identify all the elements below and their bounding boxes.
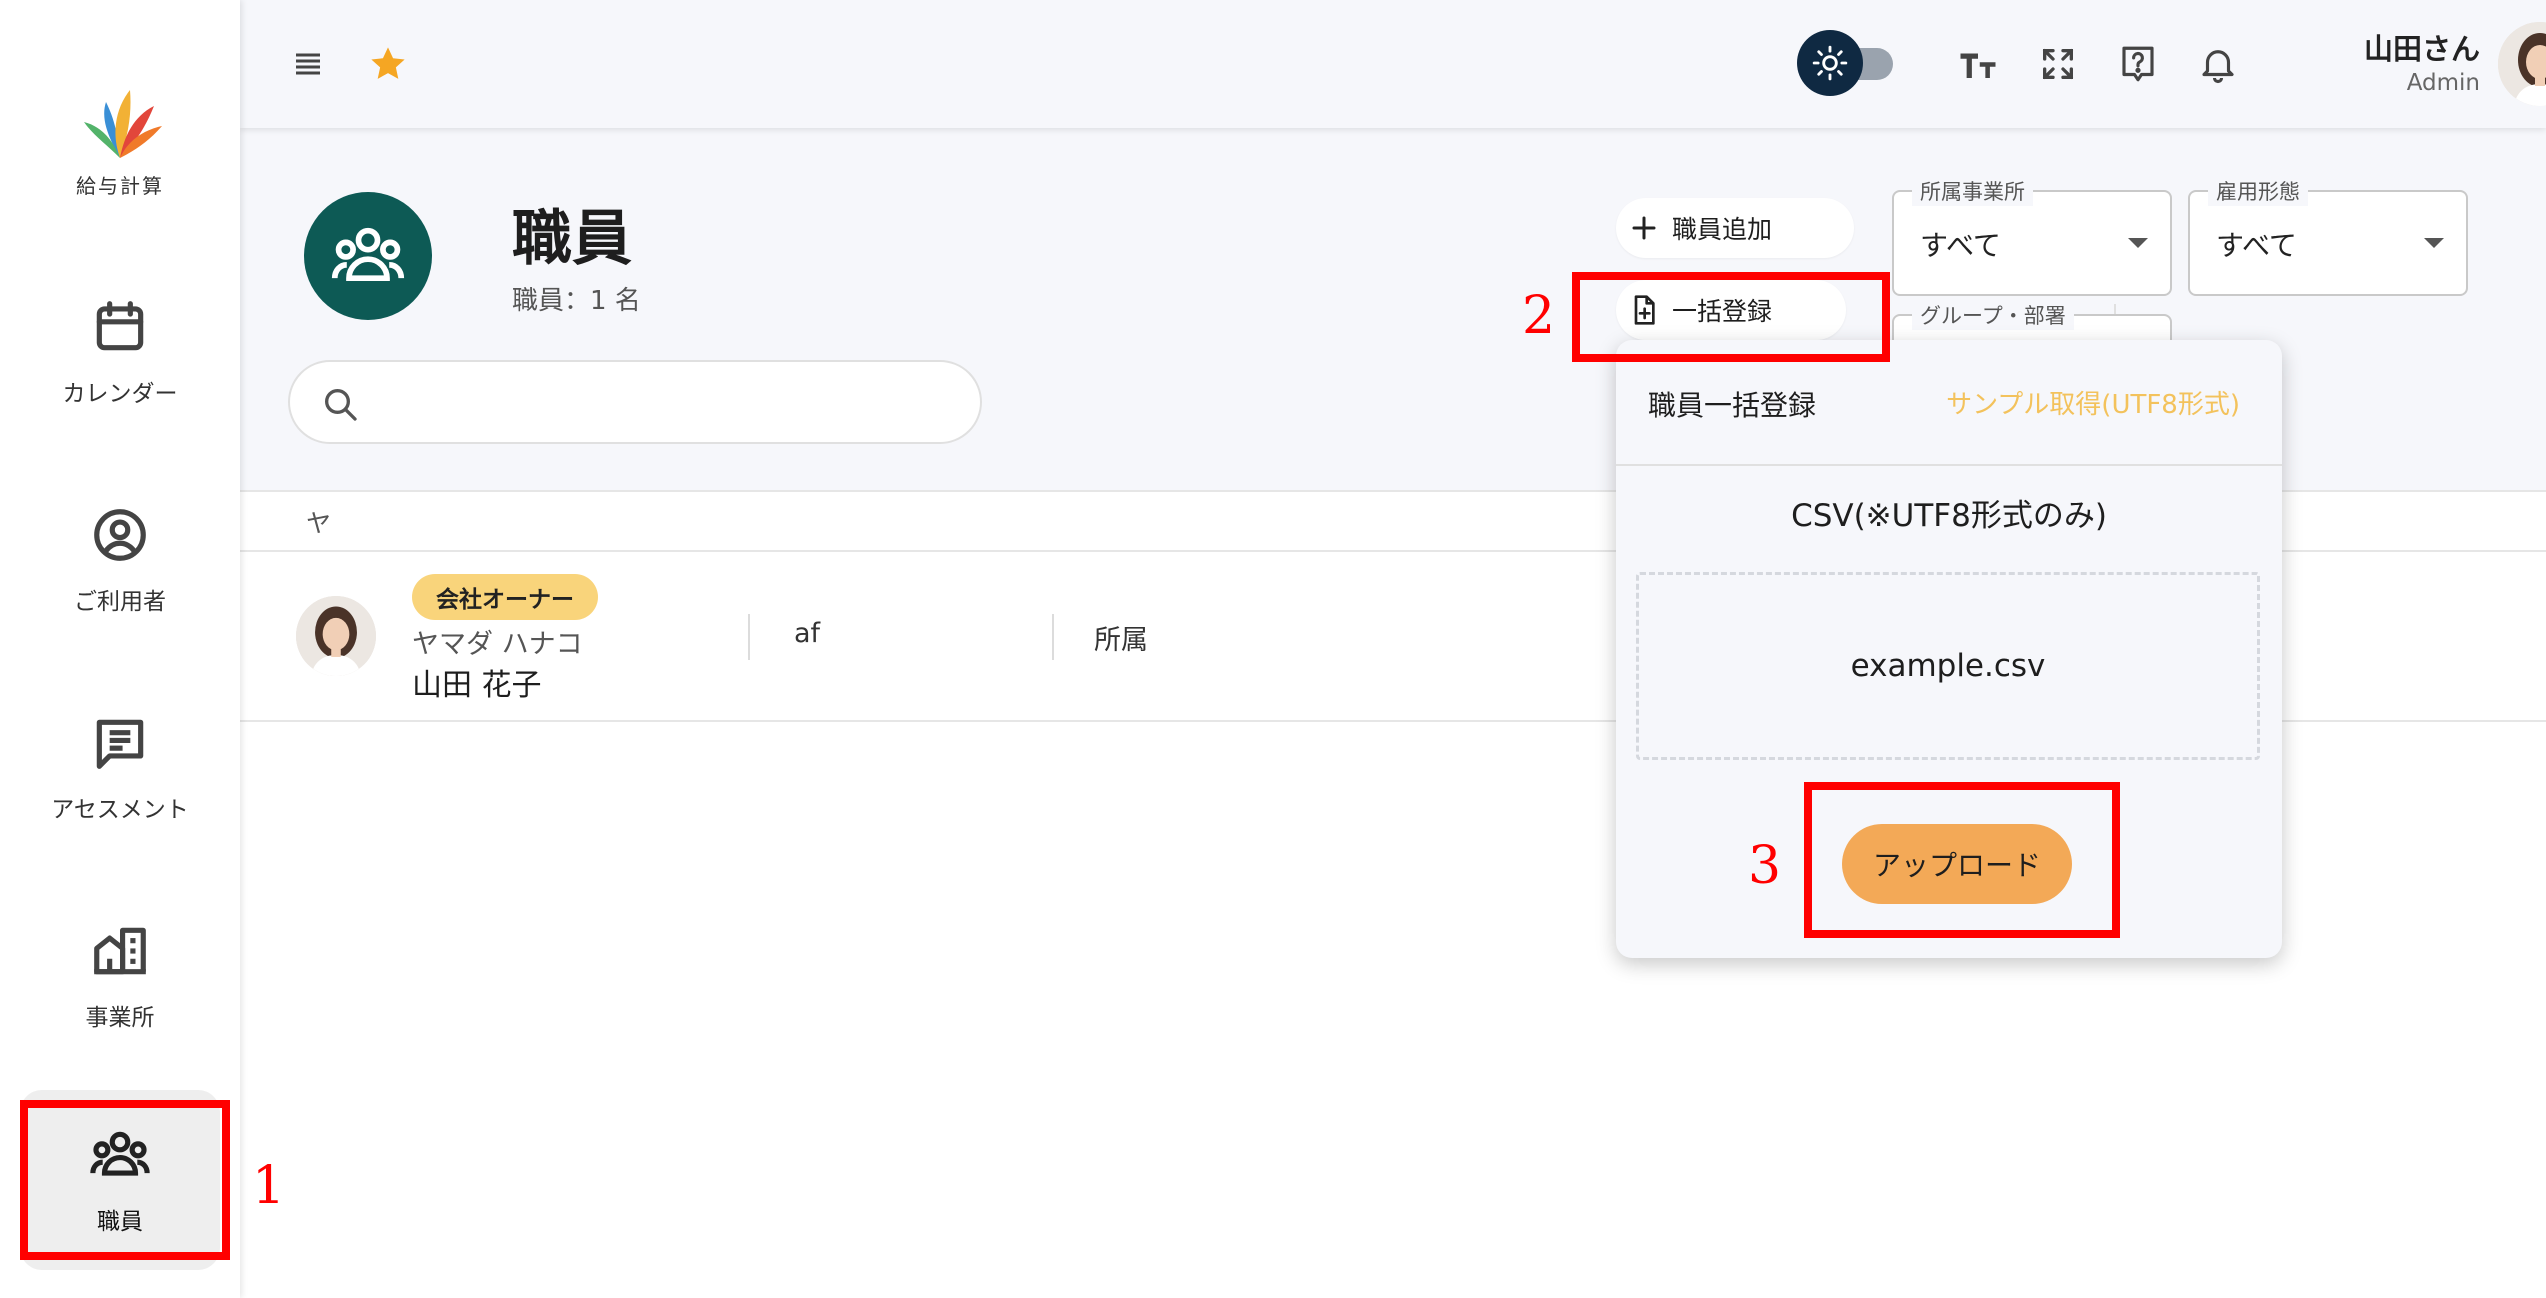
annotation-number-2: 2 (1522, 286, 1556, 346)
staff-cell-3: 所属 (1094, 625, 1148, 656)
sun-icon (1812, 45, 1848, 81)
sidebar-item-label: 事業所 (85, 1005, 155, 1031)
search-box[interactable] (288, 360, 982, 444)
avatar-photo (296, 596, 376, 676)
avatar-photo (2498, 22, 2546, 106)
logo-text: 給与計算 (76, 174, 164, 198)
message-lines-icon (96, 719, 144, 769)
bell-icon (2202, 50, 2234, 84)
annotation-box-3 (1804, 782, 2120, 938)
employment-type-value: すべて (2216, 229, 2297, 262)
cell-divider (748, 614, 750, 660)
office-filter-label: 所属事業所 (1912, 176, 2033, 206)
dropdown-caret-icon (2424, 238, 2444, 248)
dropdown-caret-icon (2128, 238, 2148, 248)
annotation-box-1 (20, 1100, 230, 1260)
user-circle-icon (94, 509, 146, 561)
annotation-number-3: 3 (1748, 836, 1782, 896)
logo-icon (84, 90, 162, 158)
sidebar-item-label: アセスメント (51, 797, 189, 823)
search-input[interactable] (370, 376, 960, 428)
office-filter-value: すべて (1920, 229, 2001, 262)
employment-type-label: 雇用形態 (2208, 176, 2308, 206)
page-title: 職員 (512, 204, 632, 274)
staff-kana: ヤマダ ハナコ (412, 629, 583, 660)
avatar (296, 596, 376, 676)
plus-icon (1632, 216, 1656, 240)
csv-label: CSV(※UTF8形式のみ) (1791, 498, 2107, 534)
group-icon (331, 227, 405, 282)
role-badge: 会社オーナー (412, 574, 598, 620)
theme-toggle[interactable] (1797, 30, 1897, 96)
popup-title: 職員一括登録 (1648, 389, 1817, 422)
sample-download-link[interactable]: サンプル取得(UTF8形式) (1946, 384, 2240, 421)
selected-file-name: example.csv (1850, 648, 2046, 684)
group-department-label: グループ・部署 (1912, 300, 2074, 330)
text-size-icon (1960, 53, 1996, 78)
star-icon (371, 47, 405, 79)
annotation-number-1: 1 (252, 1156, 286, 1216)
column-header[interactable]: ヤ (306, 504, 331, 540)
file-dropzone[interactable]: example.csv (1636, 572, 2260, 760)
divider (1616, 464, 2282, 466)
employment-type-select[interactable]: 雇用形態 すべて (2188, 176, 2468, 296)
staff-count: 職員：1 名 (512, 286, 641, 316)
notification-button[interactable] (2190, 36, 2246, 92)
sidebar-item-calendar[interactable]: カレンダー (20, 262, 220, 442)
cell-divider (1052, 614, 1054, 660)
help-button[interactable] (2110, 36, 2166, 92)
add-staff-label: 職員追加 (1672, 215, 1773, 244)
fullscreen-icon (2043, 49, 2073, 80)
sidebar-item-assessment[interactable]: アセスメント (20, 678, 220, 858)
top-bar: 山田さん Admin (240, 0, 2546, 128)
menu-icon (296, 53, 320, 75)
user-name[interactable]: 山田さん (2300, 26, 2480, 68)
font-size-button[interactable] (1950, 36, 2006, 92)
page-icon (304, 192, 432, 320)
staff-cell-2: af (794, 618, 821, 649)
add-staff-button[interactable]: 職員追加 (1616, 198, 1854, 258)
toggle-knob (1797, 30, 1863, 96)
sidebar-item-label: カレンダー (62, 381, 178, 407)
calendar-icon (96, 301, 144, 351)
help-icon (2122, 46, 2154, 82)
sidebar-item-office[interactable]: 事業所 (20, 886, 220, 1066)
menu-button[interactable] (280, 36, 336, 92)
sidebar-item-label: ご利用者 (74, 589, 166, 615)
office-filter-select[interactable]: 所属事業所 すべて (1892, 176, 2172, 296)
fullscreen-button[interactable] (2030, 36, 2086, 92)
sidebar-item-users[interactable]: ご利用者 (20, 470, 220, 650)
office-building-icon (94, 927, 146, 975)
app-logo[interactable]: 給与計算 (70, 80, 170, 199)
avatar[interactable] (2498, 22, 2546, 106)
favorite-button[interactable] (360, 36, 416, 92)
search-icon (325, 389, 357, 421)
user-role: Admin (2406, 70, 2480, 96)
annotation-box-2 (1572, 272, 1890, 362)
staff-name: 山田 花子 (412, 668, 542, 703)
